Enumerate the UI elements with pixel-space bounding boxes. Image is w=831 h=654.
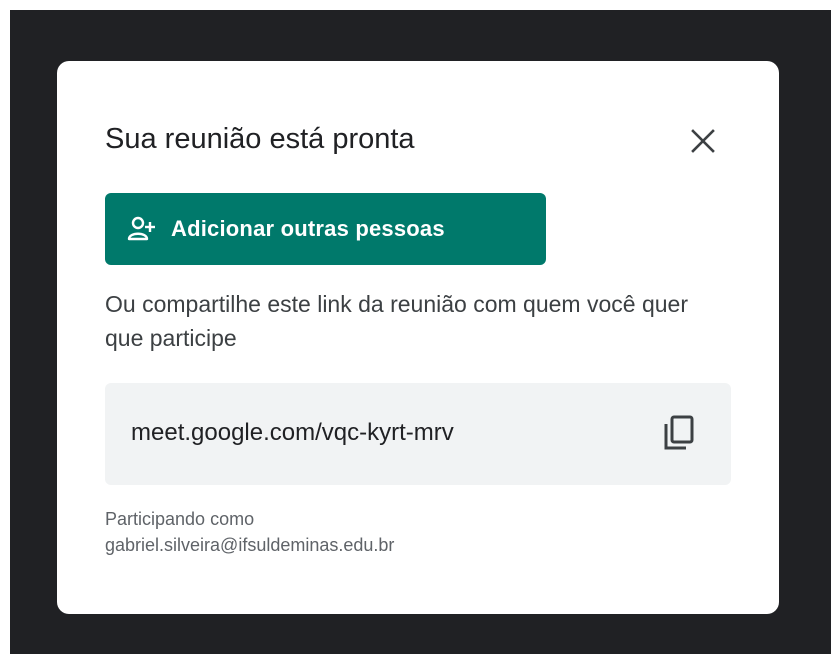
meeting-link[interactable]: meet.google.com/vqc-kyrt-mrv — [131, 418, 454, 448]
participant-email: gabriel.silveira@ifsuldeminas.edu.br — [105, 535, 395, 555]
share-instructions: Ou compartilhe este link da reunião com … — [105, 291, 688, 351]
copy-icon — [664, 415, 694, 450]
meeting-ready-dialog: Sua reunião está pronta Adicionar outras… — [57, 61, 779, 614]
copy-link-button[interactable] — [655, 409, 703, 457]
participant-info: Participando como gabriel.silveira@ifsul… — [105, 506, 394, 558]
participant-label: Participando como — [105, 509, 255, 529]
close-icon — [691, 129, 715, 153]
meeting-link-box: meet.google.com/vqc-kyrt-mrv — [105, 383, 731, 485]
add-people-label: Adicionar outras pessoas — [171, 216, 445, 241]
close-button[interactable] — [681, 119, 725, 163]
dialog-title: Sua reunião está pronta — [105, 123, 415, 155]
add-people-button[interactable]: Adicionar outras pessoas — [105, 193, 546, 265]
add-person-icon — [127, 215, 155, 243]
